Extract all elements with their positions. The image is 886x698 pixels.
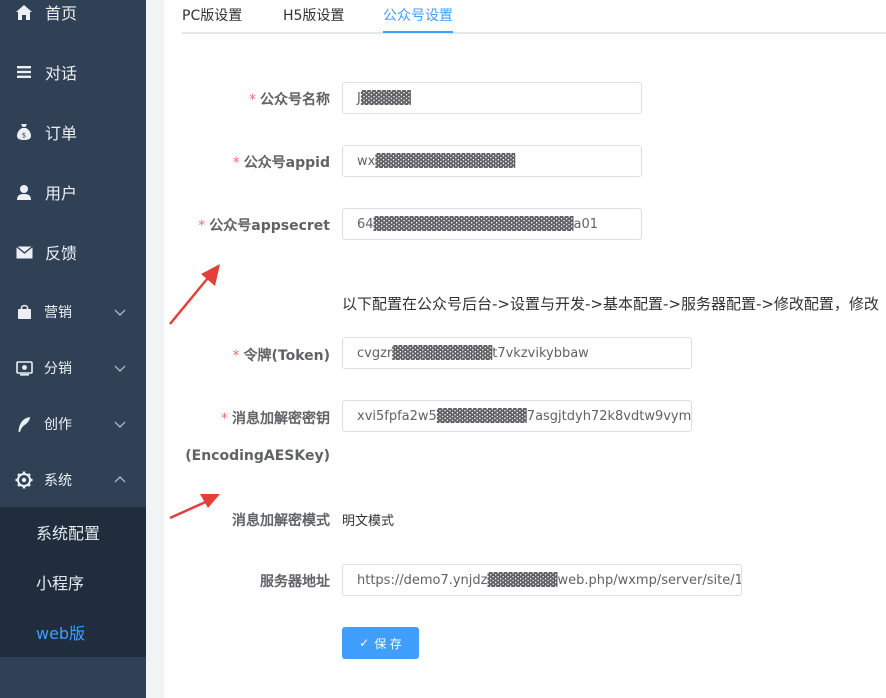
sidebar-item-orders[interactable]: $ 订单 (0, 104, 146, 160)
appid-label: * 公众号appid (233, 152, 330, 172)
sidebar-item-label: 反馈 (45, 244, 78, 263)
save-button[interactable]: ✓ 保 存 (342, 627, 419, 659)
submenu-item-label: 小程序 (36, 574, 85, 593)
sidebar-item-label: 系统 (44, 473, 72, 489)
active-tab-indicator (383, 31, 453, 33)
token-input[interactable]: cvgzr▓▓▓▓▓▓▓▓▓▓t7vkzvikybbaw (342, 337, 692, 369)
settings-tabs: PC版设置 H5版设置 公众号设置 (182, 0, 886, 34)
appsecret-label: * 公众号appsecret (198, 215, 330, 235)
required-mark: * (221, 411, 228, 427)
required-mark: * (232, 155, 240, 171)
sidebar-item-label: 营销 (44, 305, 72, 321)
encryption-mode-value: 明文模式 (342, 514, 395, 529)
mail-icon (14, 242, 34, 262)
sidebar-item-system[interactable]: 系统 (0, 452, 146, 508)
server-config-note: 以下配置在公众号后台->设置与开发->基本配置->服务器配置->修改配置，修改 (342, 295, 879, 313)
account-name-input[interactable]: J▓▓▓▓▓ (342, 82, 642, 114)
account-name-label-text: 公众号名称 (260, 92, 330, 108)
tab-pc-settings[interactable]: PC版设置 (182, 5, 242, 25)
submenu-item-label: 系统配置 (36, 524, 101, 543)
appid-label-text: 公众号appid (243, 155, 330, 171)
submenu-item-label: web版 (36, 624, 86, 643)
token-label-text: 令牌(Token) (243, 348, 330, 364)
account-name-label: * 公众号名称 (249, 89, 330, 109)
chevron-down-icon (114, 309, 126, 316)
tab-official-account-settings[interactable]: 公众号设置 (383, 5, 453, 25)
appsecret-input[interactable]: 64▓▓▓▓▓▓▓▓▓▓▓▓▓▓▓▓▓▓▓▓a01 (342, 208, 642, 240)
sidebar-item-label: 首页 (45, 4, 78, 23)
server-url-input[interactable]: https://demo7.ynjdz▓▓▓▓▓▓▓web.php/wxmp/s… (342, 564, 742, 596)
annotation-arrow (169, 264, 220, 325)
chevron-down-icon (114, 365, 126, 372)
appid-input[interactable]: wx▓▓▓▓▓▓▓▓▓▓▓▓▓▓ (342, 145, 642, 177)
tab-h5-settings[interactable]: H5版设置 (283, 5, 344, 25)
appsecret-label-text: 公众号appsecret (209, 218, 330, 234)
shopping-bag-icon (14, 302, 34, 322)
home-icon (14, 2, 34, 22)
required-mark: * (198, 218, 206, 234)
sidebar-item-label: 分销 (44, 361, 72, 377)
money-bag-icon: $ (14, 122, 34, 142)
sidebar-item-label: 对话 (45, 64, 78, 83)
server-url-label: 服务器地址 (260, 574, 330, 590)
sidebar-item-label: 用户 (45, 184, 78, 203)
sidebar-item-distribution[interactable]: 分销 (0, 340, 146, 396)
submenu-item-mini-program[interactable]: 小程序 (0, 557, 146, 607)
sidebar-item-feedback[interactable]: 反馈 (0, 224, 146, 280)
distribution-icon (14, 358, 34, 378)
sidebar-item-chat[interactable]: 对话 (0, 44, 146, 100)
svg-text:$: $ (22, 132, 26, 140)
required-mark: * (249, 92, 256, 108)
chevron-down-icon (114, 421, 126, 428)
sidebar-item-label: 创作 (44, 417, 72, 433)
list-icon (14, 62, 34, 82)
sidebar-item-home[interactable]: 首页 (0, 0, 146, 40)
aes-key-input[interactable]: xvi5fpfa2w5▓▓▓▓▓▓▓▓▓7asgjtdyh72k8vdtw9vy… (342, 400, 692, 432)
system-submenu: 系统配置 小程序 web版 (0, 507, 146, 657)
token-label: * 令牌(Token) (232, 345, 330, 365)
encryption-mode-label: 消息加解密模式 (232, 513, 330, 529)
submenu-item-web[interactable]: web版 (0, 607, 146, 657)
feather-icon (14, 414, 34, 434)
content-gutter (146, 0, 164, 698)
check-icon: ✓ (359, 636, 370, 650)
aes-key-label: * 消息加解密密钥 (221, 408, 330, 428)
sidebar: 首页 对话 $ 订单 用户 反馈 营销 分销 创作 系统 系统配置 小程序 we… (0, 0, 146, 698)
chevron-up-icon (114, 476, 126, 483)
save-button-label: 保 存 (374, 636, 402, 651)
annotation-arrow (169, 494, 220, 520)
sidebar-item-create[interactable]: 创作 (0, 396, 146, 452)
gear-icon (14, 470, 34, 490)
aes-key-label-text: 消息加解密密钥 (232, 411, 330, 427)
aes-key-label-line2: (EncodingAESKey) (185, 448, 330, 464)
app-root: 首页 对话 $ 订单 用户 反馈 营销 分销 创作 系统 系统配置 小程序 we… (0, 0, 886, 698)
required-mark: * (232, 348, 240, 364)
submenu-item-system-config[interactable]: 系统配置 (0, 507, 146, 557)
sidebar-item-marketing[interactable]: 营销 (0, 284, 146, 340)
sidebar-item-users[interactable]: 用户 (0, 164, 146, 220)
user-icon (14, 182, 34, 202)
sidebar-item-label: 订单 (45, 124, 78, 143)
